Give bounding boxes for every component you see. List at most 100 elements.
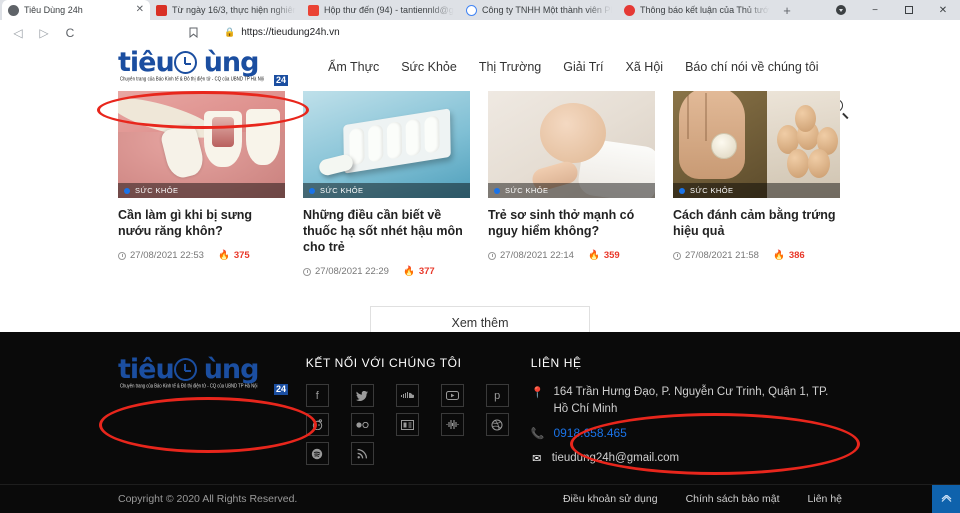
article-views: 🔥 377 [403,266,435,277]
date-text: 27/08/2021 22:14 [500,250,574,261]
copyright-text: Copyright © 2020 All Rights Reserved. [118,493,298,505]
facebook-icon[interactable]: f [305,384,329,407]
phone-link[interactable]: 0918.658.465 [553,425,626,442]
article-views: 🔥 359 [588,250,620,261]
article-views: 🔥 375 [218,250,250,261]
footer-link-terms[interactable]: Điều khoản sử dụng [563,493,658,505]
footer-columns: tiêu ùng Chuyên trang của Báo Kinh tế & Đ… [0,332,960,475]
soundwave-icon[interactable] [440,413,464,436]
footer-link-privacy[interactable]: Chính sách bảo mật [686,493,780,505]
maximize-button[interactable] [892,0,926,20]
forward-button[interactable]: ▷ [32,21,56,45]
clock-icon [488,251,496,260]
article-thumbnail[interactable]: SỨC KHỎE [303,91,470,198]
address-text: 164 Trần Hưng Đạo, P. Nguyễn Cư Trinh, Q… [553,386,829,415]
scroll-to-top-button[interactable] [932,485,960,513]
footer-link-contact[interactable]: Liên hệ [808,493,842,505]
fire-icon: 🔥 [402,266,415,277]
category-badge: SỨC KHỎE [118,183,285,198]
article-thumbnail[interactable]: SỨC KHỎE [488,91,655,198]
logo-badge-24: 24 [273,384,288,395]
category-dot-icon [124,187,130,194]
email-text[interactable]: tieudung24h@gmail.com [552,450,679,467]
article-title[interactable]: Những điều cần biết về thuốc hạ sốt nhét… [303,207,470,255]
bookmark-icon[interactable] [182,22,204,44]
close-window-button[interactable]: ✕ [926,0,960,20]
url-text: https://tieudung24h.vn [241,27,340,38]
fire-icon: 🔥 [217,250,230,261]
site-header: tiêu ùng Chuyên trang của Báo Kinh tế & Đ… [0,45,960,88]
article-thumbnail[interactable]: SỨC KHỎE [118,91,285,198]
google-icon [466,4,477,16]
fire-icon: 🔥 [587,250,600,261]
nav-item-am-thuc[interactable]: Ẩm Thực [328,60,379,74]
minimize-button[interactable]: − [858,0,892,20]
window-controls: − ✕ [824,0,960,20]
article-card[interactable]: SỨC KHỎE Cách đánh cảm bằng trứng hiệu q… [673,91,840,277]
browser-tab-3[interactable]: Hộp thư đến (94) - tantiennld@gmail.c [302,0,460,20]
article-title[interactable]: Cần làm gì khi bị sưng nướu răng khôn? [118,207,285,239]
category-dot-icon [494,187,500,194]
soundcloud-icon[interactable] [395,384,419,407]
article-title[interactable]: Trẻ sơ sinh thở mạnh có nguy hiểm không? [488,207,655,239]
address-bar[interactable]: 🔒 https://tieudung24h.vn [216,23,954,42]
article-card[interactable]: SỨC KHỎE Cần làm gì khi bị sưng nướu răn… [118,91,285,277]
nav-item-suc-khoe[interactable]: Sức Khỏe [401,60,457,74]
article-card[interactable]: SỨC KHỎE Trẻ sơ sinh thở mạnh có nguy hi… [488,91,655,277]
twitter-icon[interactable] [350,384,374,407]
site-logo[interactable]: tiêu ùng Chuyên trang của Báo Kinh tế & Đ… [118,46,304,86]
contact-email: ✉ tieudung24h@gmail.com [531,450,842,468]
nav-item-giai-tri[interactable]: Giải Trí [563,60,603,74]
browser-chrome: Tiêu Dùng 24h ✕ Từ ngày 16/3, thực hiện … [0,0,960,45]
contact-section-title: LIÊN HỆ [530,356,582,370]
tab-title: Từ ngày 16/3, thực hiện nghiêm việc đ [172,5,296,15]
date-text: 27/08/2021 21:58 [685,250,759,261]
nav-item-xa-hoi[interactable]: Xã Hội [626,60,664,74]
flickr-icon[interactable] [350,413,374,436]
close-icon[interactable]: ✕ [136,5,144,15]
rss-icon[interactable] [350,442,374,465]
footer-bottom-bar: Copyright © 2020 All Rights Reserved. Đi… [0,484,960,513]
article-card[interactable]: SỨC KHỎE Những điều cần biết về thuốc hạ… [303,91,470,277]
social-section-title: KẾT NỐI VỚI CHÚNG TÔI [305,356,462,370]
tab-strip: Tiêu Dùng 24h ✕ Từ ngày 16/3, thực hiện … [0,0,960,20]
sleeping-baby-photo-image [488,91,655,198]
tab-title: Công ty TNHH Một thành viên Phần m [482,5,612,15]
page-content: tiêu ùng Chuyên trang của Báo Kinh tế & Đ… [0,45,960,513]
browser-tab-5[interactable]: Thông báo kết luận của Thủ tướng Ch [618,0,776,20]
footer-site-logo[interactable]: tiêu ùng Chuyên trang của Báo Kinh tế & Đ… [118,356,304,395]
logo-word-1: tiêu [118,46,175,78]
reddit-icon[interactable] [305,413,329,436]
category-badge: SỨC KHỎE [488,183,655,198]
pinterest-icon[interactable]: p [485,384,509,407]
category-dot-icon [309,187,315,194]
logo-badge-24: 24 [273,74,288,86]
new-tab-button[interactable]: + [776,0,798,20]
footer-logo-column: tiêu ùng Chuyên trang của Báo Kinh tế & Đ… [118,356,306,475]
browser-tab-4[interactable]: Công ty TNHH Một thành viên Phần m [460,0,618,20]
nav-item-thi-truong[interactable]: Thị Trường [479,60,541,74]
article-title[interactable]: Cách đánh cảm bằng trứng hiệu quả [673,207,840,239]
category-label: SỨC KHỎE [320,186,364,195]
article-meta: 27/08/2021 22:14 🔥 359 [488,250,655,261]
browser-tab-1[interactable]: Tiêu Dùng 24h ✕ [2,0,150,20]
category-label: SỨC KHỎE [135,186,179,195]
youtube-icon[interactable] [440,384,464,407]
browser-tab-2[interactable]: Từ ngày 16/3, thực hiện nghiêm việc đ [150,0,302,20]
clock-icon [118,251,126,260]
category-label: SỨC KHỎE [505,186,549,195]
teeth-illustration-image [118,91,285,198]
nav-item-bao-chi[interactable]: Báo chí nói về chúng tôi [685,60,818,74]
article-meta: 27/08/2021 22:29 🔥 377 [303,266,470,277]
vcard-icon[interactable] [395,413,419,436]
article-thumbnail[interactable]: SỨC KHỎE [673,91,840,198]
back-button[interactable]: ◁ [6,21,30,45]
browser-toolbar: ◁ ▷ C 🔒 https://tieudung24h.vn [0,20,960,45]
article-date: 27/08/2021 21:58 [673,250,759,261]
spotify-icon[interactable] [305,442,329,465]
contact-address: 📍 164 Trần Hưng Đạo, P. Nguyễn Cư Trinh,… [531,384,842,418]
reload-button[interactable]: C [58,21,82,45]
profile-dot-icon[interactable] [824,0,858,20]
dribbble-icon[interactable] [485,413,509,436]
date-text: 27/08/2021 22:53 [130,250,204,261]
